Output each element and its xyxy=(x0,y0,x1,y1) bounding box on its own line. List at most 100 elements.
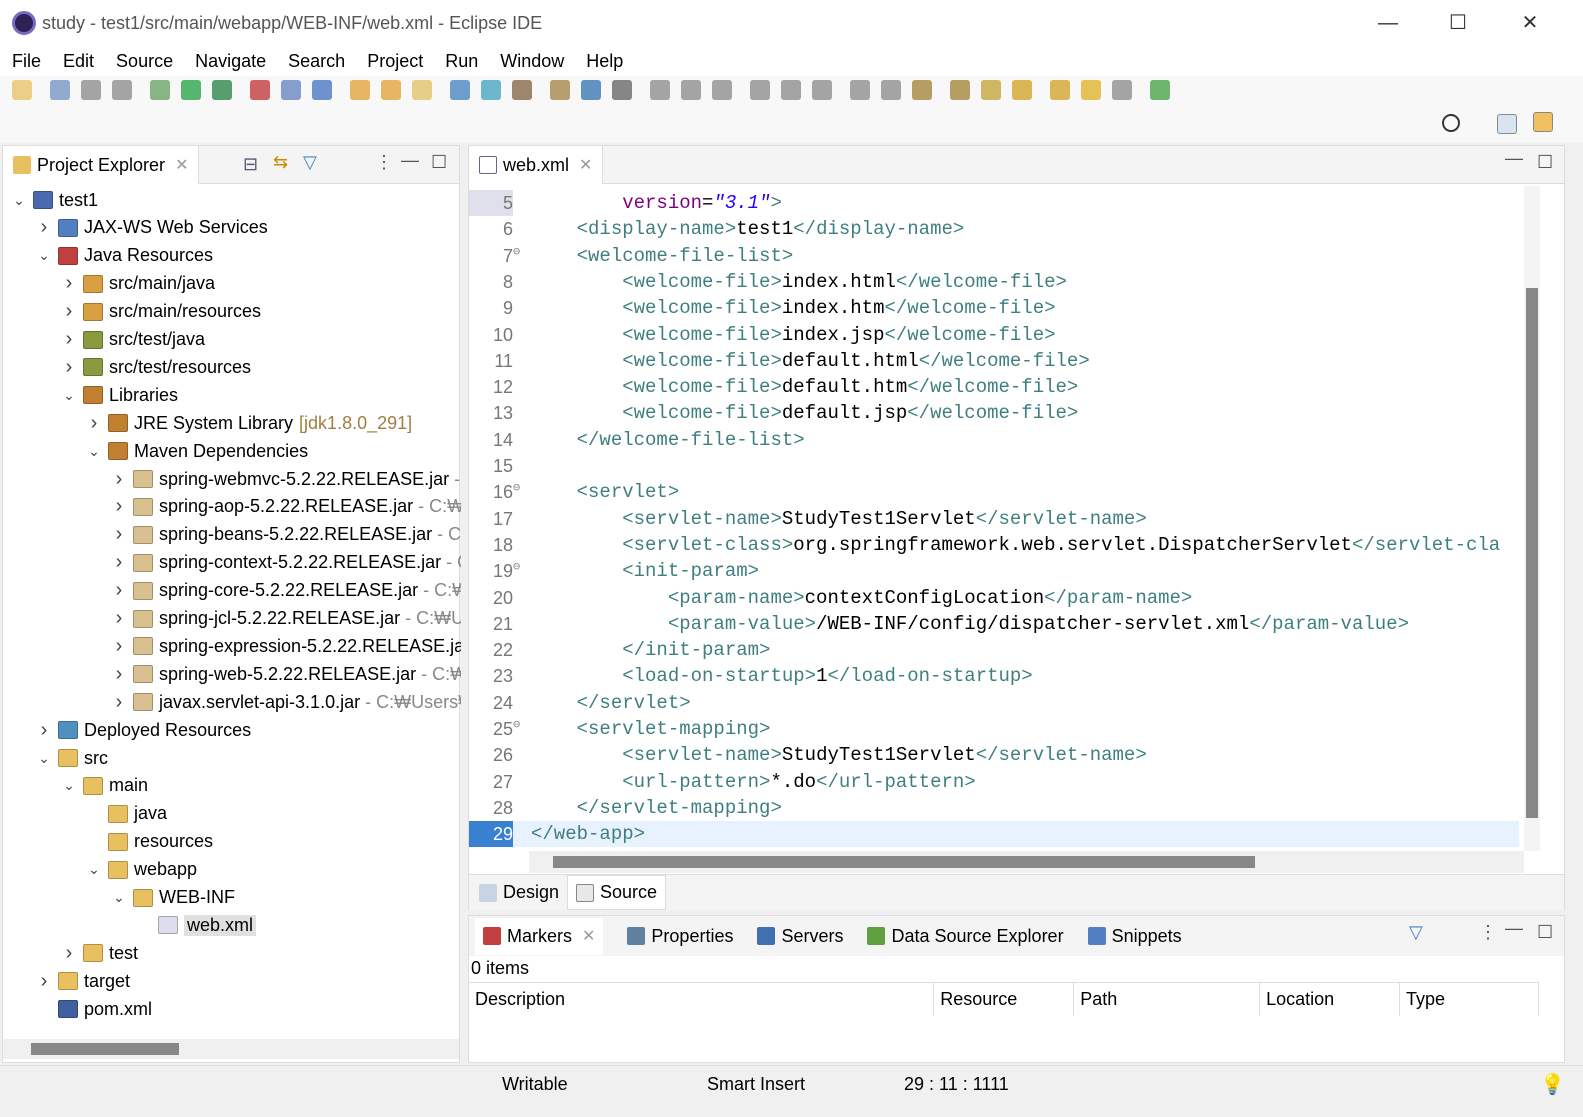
toolbar-button-icon[interactable] xyxy=(681,80,701,100)
toolbar-button-icon[interactable] xyxy=(450,80,470,100)
tree-item-jre-system-library[interactable]: › JRE System Library [jdk1.8.0_291] xyxy=(86,409,412,437)
toolbar-button-icon[interactable] xyxy=(181,80,201,100)
tree-item-javax-servlet-api-3-1-0-jar[interactable]: › javax.servlet-api-3.1.0.jar - C:₩Users₩ xyxy=(111,688,461,716)
tree-item-spring-beans-5-2-22-release-jar[interactable]: › spring-beans-5.2.22.RELEASE.jar - C:₩ xyxy=(111,521,461,549)
toolbar-button-icon[interactable] xyxy=(312,80,332,100)
collapsed-chevron-icon[interactable]: › xyxy=(36,216,52,239)
toolbar-button-icon[interactable] xyxy=(50,80,70,100)
collapsed-chevron-icon[interactable]: › xyxy=(111,691,127,714)
tab-markers[interactable]: Markers ✕ xyxy=(475,917,604,955)
search-icon[interactable] xyxy=(1442,114,1460,132)
toolbar-button-icon[interactable] xyxy=(212,80,232,100)
toolbar-button-icon[interactable] xyxy=(581,80,601,100)
tree-item-web-inf[interactable]: ⌄ WEB-INF xyxy=(111,884,235,912)
column-header-path[interactable]: Path xyxy=(1073,982,1261,1016)
link-editor-icon[interactable]: ⇆ xyxy=(273,152,288,173)
tree-item-jax-ws-web-services[interactable]: › JAX-WS Web Services xyxy=(36,214,268,242)
menu-navigate[interactable]: Navigate xyxy=(195,51,266,72)
toolbar-button-icon[interactable] xyxy=(512,80,532,100)
toolbar-button-icon[interactable] xyxy=(850,80,870,100)
toolbar-button-icon[interactable] xyxy=(812,80,832,100)
tree-item-spring-jcl-5-2-22-release-jar[interactable]: › spring-jcl-5.2.22.RELEASE.jar - C:₩Us xyxy=(111,605,461,633)
tab-project-explorer[interactable]: Project Explorer ✕ xyxy=(3,146,200,184)
expanded-chevron-icon[interactable]: ⌄ xyxy=(61,777,77,794)
fold-toggle-icon[interactable]: ⊖ xyxy=(513,239,520,265)
tab-source[interactable]: Source xyxy=(567,875,667,910)
toolbar-button-icon[interactable] xyxy=(750,80,770,100)
tree-item-webapp[interactable]: ⌄ webapp xyxy=(86,856,197,884)
collapsed-chevron-icon[interactable]: › xyxy=(61,942,77,965)
tree-item-spring-expression-5-2-22-release-jar[interactable]: › spring-expression-5.2.22.RELEASE.jar xyxy=(111,632,461,660)
tree-item-spring-aop-5-2-22-release-jar[interactable]: › spring-aop-5.2.22.RELEASE.jar - C:₩U xyxy=(111,493,461,521)
toolbar-button-icon[interactable] xyxy=(12,80,32,100)
collapsed-chevron-icon[interactable]: › xyxy=(111,635,127,658)
tree-item-test[interactable]: › test xyxy=(61,939,138,967)
tree-item-pom-xml[interactable]: pom.xml xyxy=(36,995,152,1023)
menu-edit[interactable]: Edit xyxy=(63,51,94,72)
toolbar-button-icon[interactable] xyxy=(550,80,570,100)
toolbar-button-icon[interactable] xyxy=(650,80,670,100)
close-icon[interactable]: ✕ xyxy=(579,155,592,175)
menu-window[interactable]: Window xyxy=(500,51,564,72)
tab-design[interactable]: Design xyxy=(469,875,567,910)
menu-search[interactable]: Search xyxy=(288,51,345,72)
toolbar-button-icon[interactable] xyxy=(881,80,901,100)
toolbar-button-icon[interactable] xyxy=(481,80,501,100)
collapsed-chevron-icon[interactable]: › xyxy=(61,300,77,323)
toolbar-button-icon[interactable] xyxy=(350,80,370,100)
tree-item-web-xml[interactable]: web.xml xyxy=(136,911,257,939)
column-header-type[interactable]: Type xyxy=(1399,982,1539,1016)
tab-snippets[interactable]: Snippets xyxy=(1087,926,1182,947)
collapsed-chevron-icon[interactable]: › xyxy=(36,970,52,993)
expanded-chevron-icon[interactable]: ⌄ xyxy=(61,387,77,404)
filter-icon[interactable]: ▽ xyxy=(303,152,317,173)
toolbar-button-icon[interactable] xyxy=(150,80,170,100)
maximize-view-icon[interactable]: ☐ xyxy=(1537,152,1553,173)
tree-item-spring-core-5-2-22-release-jar[interactable]: › spring-core-5.2.22.RELEASE.jar - C:₩ xyxy=(111,577,461,605)
toolbar-button-icon[interactable] xyxy=(381,80,401,100)
collapse-all-icon[interactable]: ⊟ xyxy=(243,154,258,175)
tree-item-maven-dependencies[interactable]: ⌄ Maven Dependencies xyxy=(86,437,308,465)
collapsed-chevron-icon[interactable]: › xyxy=(111,495,127,518)
maximize-button[interactable]: ☐ xyxy=(1438,6,1478,40)
minimize-view-icon[interactable]: — xyxy=(1505,918,1523,939)
collapsed-chevron-icon[interactable]: › xyxy=(111,579,127,602)
close-button[interactable]: ✕ xyxy=(1510,6,1550,40)
code-editor[interactable]: 5 version="3.1"> 6 <display-name>test1</d… xyxy=(469,186,1529,851)
tree-item-java[interactable]: java xyxy=(86,800,167,828)
tree-item-java-resources[interactable]: ⌄ Java Resources xyxy=(36,242,213,270)
toolbar-button-icon[interactable] xyxy=(912,80,932,100)
view-menu-icon[interactable]: ⋮ xyxy=(1479,922,1497,943)
expanded-chevron-icon[interactable]: ⌄ xyxy=(11,192,27,209)
tree-item-spring-webmvc-5-2-22-release-jar[interactable]: › spring-webmvc-5.2.22.RELEASE.jar - xyxy=(111,465,460,493)
horizontal-scrollbar[interactable] xyxy=(3,1039,459,1059)
tree-item-src-main-resources[interactable]: › src/main/resources xyxy=(61,298,261,326)
maximize-view-icon[interactable]: ☐ xyxy=(431,152,447,173)
collapsed-chevron-icon[interactable]: › xyxy=(61,328,77,351)
tree-item-test1[interactable]: ⌄ test1 xyxy=(11,186,98,214)
menu-file[interactable]: File xyxy=(12,51,41,72)
fold-toggle-icon[interactable]: ⊖ xyxy=(513,475,520,501)
column-header-location[interactable]: Location xyxy=(1259,982,1401,1016)
tab-web-xml[interactable]: web.xml ✕ xyxy=(469,146,604,184)
menu-project[interactable]: Project xyxy=(367,51,423,72)
toolbar-button-icon[interactable] xyxy=(1050,80,1070,100)
toolbar-button-icon[interactable] xyxy=(112,80,132,100)
fold-toggle-icon[interactable]: ⊖ xyxy=(513,712,520,738)
tree-item-spring-web-5-2-22-release-jar[interactable]: › spring-web-5.2.22.RELEASE.jar - C:₩U xyxy=(111,660,461,688)
view-menu-icon[interactable]: ⋮ xyxy=(375,152,393,173)
vertical-scrollbar[interactable] xyxy=(1524,186,1540,851)
expanded-chevron-icon[interactable]: ⌄ xyxy=(36,750,52,767)
expanded-chevron-icon[interactable]: ⌄ xyxy=(111,889,127,906)
tab-properties[interactable]: Properties xyxy=(627,926,733,947)
toolbar-button-icon[interactable] xyxy=(281,80,301,100)
menu-run[interactable]: Run xyxy=(445,51,478,72)
minimize-button[interactable]: — xyxy=(1368,6,1408,40)
minimize-view-icon[interactable]: — xyxy=(1505,148,1523,169)
toolbar-button-icon[interactable] xyxy=(1112,80,1132,100)
tree-item-spring-context-5-2-22-release-jar[interactable]: › spring-context-5.2.22.RELEASE.jar - C xyxy=(111,549,461,577)
tree-item-src-main-java[interactable]: › src/main/java xyxy=(61,270,215,298)
toolbar-button-icon[interactable] xyxy=(1150,80,1170,100)
expanded-chevron-icon[interactable]: ⌄ xyxy=(36,247,52,264)
toolbar-button-icon[interactable] xyxy=(1012,80,1032,100)
